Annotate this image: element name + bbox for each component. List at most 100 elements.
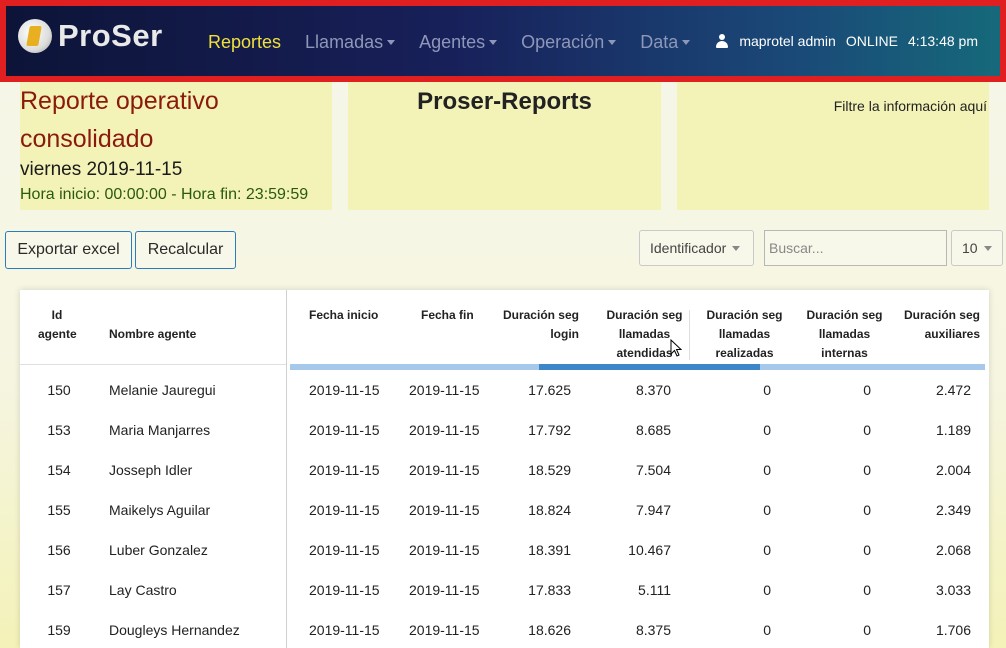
header-nombre-agente[interactable]: Nombre agente — [109, 325, 249, 344]
cell-realizadas: 0 — [763, 542, 771, 558]
nav-item-data[interactable]: Data — [640, 32, 691, 53]
cell-id: 159 — [47, 622, 71, 638]
cell-fecha-inicio: 2019-11-15 — [309, 622, 380, 638]
cell-fecha-inicio: 2019-11-15 — [309, 462, 380, 478]
cell-internas: 0 — [863, 502, 871, 518]
nav-item-agentes[interactable]: Agentes — [419, 32, 498, 53]
recalculate-button[interactable]: Recalcular — [135, 231, 236, 269]
cell-fecha-fin: 2019-11-15 — [409, 622, 480, 638]
cell-realizadas: 0 — [763, 422, 771, 438]
search-input[interactable] — [764, 230, 947, 266]
header-divider — [20, 364, 286, 365]
cell-realizadas: 0 — [763, 502, 771, 518]
page-title: Proser-Reports — [417, 88, 592, 115]
search-field-select[interactable]: Identificador — [639, 230, 754, 266]
cell-atendidas: 8.685 — [635, 422, 671, 438]
cell-fecha-fin: 2019-11-15 — [409, 422, 480, 438]
app-title-panel: Proser-Reports — [348, 82, 661, 210]
caret-down-icon — [387, 40, 396, 45]
header-duracion-auxiliares[interactable]: Duración seg auxiliares — [900, 306, 980, 344]
cell-login: 18.626 — [528, 622, 571, 638]
caret-down-icon — [682, 40, 691, 45]
search-field-value: Identificador — [650, 240, 727, 256]
cell-atendidas: 8.375 — [635, 622, 671, 638]
column-divider — [689, 310, 690, 360]
page-size-value: 10 — [962, 240, 978, 256]
cell-auxiliares: 3.033 — [935, 582, 971, 598]
cell-login: 17.625 — [528, 382, 571, 398]
brand[interactable]: ProSer — [18, 18, 163, 54]
page-size-select[interactable]: 10 — [951, 230, 1003, 266]
header-fecha-fin[interactable]: Fecha fin — [421, 306, 481, 325]
cell-login: 18.391 — [528, 542, 571, 558]
cell-fecha-inicio: 2019-11-15 — [309, 382, 380, 398]
table-row[interactable]: 155 Maikelys Aguilar 2019-11-15 2019-11-15 1… — [20, 490, 989, 530]
nav-item-label: Data — [640, 32, 679, 52]
nav-item-operacion[interactable]: Operación — [521, 32, 617, 53]
nav-item-label: Operación — [521, 32, 605, 52]
user-name[interactable]: maprotel admin — [739, 33, 836, 49]
nav-item-label: Llamadas — [305, 32, 384, 52]
table-row[interactable]: 157 Lay Castro 2019-11-15 2019-11-15 17.833 5… — [20, 570, 989, 610]
nav-item-label: Reportes — [208, 32, 282, 52]
header-duracion-internas[interactable]: Duración seg llamadas internas — [803, 306, 886, 363]
cell-nombre: Josseph Idler — [109, 462, 193, 478]
cell-fecha-fin: 2019-11-15 — [409, 542, 480, 558]
cell-login: 17.792 — [528, 422, 571, 438]
nav-menu: Reportes Llamadas Agentes Operación Data — [208, 32, 714, 53]
cell-nombre: Maikelys Aguilar — [109, 502, 211, 518]
nav-item-reportes[interactable]: Reportes — [208, 32, 281, 53]
cell-fecha-fin: 2019-11-15 — [409, 502, 480, 518]
report-title: Reporte operativo consolidado — [20, 87, 219, 153]
cell-login: 18.824 — [528, 502, 571, 518]
table-row[interactable]: 159 Dougleys Hernandez 2019-11-15 2019-11-1… — [20, 610, 989, 648]
cell-id: 150 — [47, 382, 71, 398]
top-navbar: ProSer Reportes Llamadas Agentes Operaci… — [0, 0, 1006, 82]
header-id-agente[interactable]: Id agente — [38, 306, 77, 344]
cell-id: 153 — [47, 422, 71, 438]
table-row[interactable]: 150 Melanie Jauregui 2019-11-15 2019-11-15 1… — [20, 370, 989, 410]
proser-logo-icon — [18, 19, 52, 53]
clock-time: 4:13:48 pm — [907, 33, 978, 49]
header-duracion-realizadas[interactable]: Duración seg llamadas realizadas — [703, 306, 786, 363]
cell-atendidas: 8.370 — [635, 382, 671, 398]
cell-auxiliares: 2.068 — [935, 542, 971, 558]
user-icon — [715, 34, 729, 48]
cell-id: 155 — [47, 502, 71, 518]
cell-realizadas: 0 — [763, 582, 771, 598]
table-row[interactable]: 153 Maria Manjarres 2019-11-15 2019-11-15 17… — [20, 410, 989, 450]
header-fecha-inicio[interactable]: Fecha inicio — [309, 306, 389, 325]
header-duracion-login[interactable]: Duración seg login — [498, 306, 579, 344]
nav-item-llamadas[interactable]: Llamadas — [305, 32, 396, 53]
cell-id: 154 — [47, 462, 71, 478]
cell-auxiliares: 2.472 — [935, 382, 971, 398]
cell-nombre: Melanie Jauregui — [109, 382, 216, 398]
cell-auxiliares: 2.349 — [935, 502, 971, 518]
cell-fecha-inicio: 2019-11-15 — [309, 582, 380, 598]
table-row[interactable]: 156 Luber Gonzalez 2019-11-15 2019-11-15 18.… — [20, 530, 989, 570]
cell-login: 18.529 — [528, 462, 571, 478]
cell-id: 157 — [47, 582, 71, 598]
table-row[interactable]: 154 Josseph Idler 2019-11-15 2019-11-15 18.5… — [20, 450, 989, 490]
cell-internas: 0 — [863, 462, 871, 478]
cell-id: 156 — [47, 542, 71, 558]
cell-realizadas: 0 — [763, 382, 771, 398]
cell-realizadas: 0 — [763, 622, 771, 638]
cell-internas: 0 — [863, 422, 871, 438]
user-status-area: maprotel admin ONLINE 4:13:48 pm — [715, 33, 978, 49]
report-date: viernes 2019-11-15 — [20, 159, 183, 180]
cell-auxiliares: 1.189 — [935, 422, 971, 438]
brand-name: ProSer — [58, 18, 163, 53]
cell-auxiliares: 2.004 — [935, 462, 971, 478]
cell-atendidas: 7.947 — [635, 502, 671, 518]
mouse-cursor-icon — [670, 339, 682, 357]
cell-auxiliares: 1.706 — [935, 622, 971, 638]
cell-fecha-inicio: 2019-11-15 — [309, 542, 380, 558]
cell-nombre: Maria Manjarres — [109, 422, 211, 438]
cell-atendidas: 10.467 — [628, 542, 671, 558]
filter-panel[interactable]: Filtre la información aquí — [677, 82, 989, 210]
cell-internas: 0 — [863, 582, 871, 598]
cell-login: 17.833 — [528, 582, 571, 598]
cell-internas: 0 — [863, 622, 871, 638]
export-excel-button[interactable]: Exportar excel — [5, 231, 132, 269]
